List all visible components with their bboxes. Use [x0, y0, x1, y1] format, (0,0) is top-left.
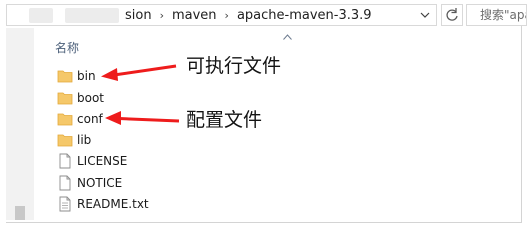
list-item[interactable]: LICENSE: [55, 151, 255, 171]
annotation-arrow-icon: [101, 64, 177, 81]
address-bar[interactable]: sion › maven › apache-maven-3.3.9: [6, 4, 437, 26]
annotation-config: 配置文件: [186, 109, 263, 131]
annotation-executable: 可执行文件: [186, 55, 282, 77]
breadcrumb: sion › maven › apache-maven-3.3.9: [125, 7, 372, 24]
search-placeholder: 搜索"apa: [480, 8, 527, 22]
scrollbar-thumb[interactable]: [15, 206, 25, 220]
window-border: [521, 26, 522, 223]
sort-ascending-icon[interactable]: [283, 34, 292, 40]
explorer-window: sion › maven › apache-maven-3.3.9 搜索"apa 名称 …: [0, 0, 527, 227]
breadcrumb-separator[interactable]: ›: [225, 9, 229, 22]
breadcrumb-item[interactable]: maven: [172, 8, 217, 23]
file-name: conf: [77, 112, 103, 126]
folder-icon: [57, 92, 73, 105]
breadcrumb-item[interactable]: apache-maven-3.3.9: [237, 8, 372, 23]
folder-icon: [57, 113, 73, 126]
document-icon: [59, 153, 71, 169]
text-file-icon: [59, 196, 71, 212]
folder-icon: [57, 134, 73, 147]
file-name: boot: [77, 91, 105, 105]
search-input[interactable]: 搜索"apa: [466, 4, 527, 26]
breadcrumb-item[interactable]: sion: [125, 8, 152, 23]
list-item[interactable]: NOTICE: [55, 173, 255, 193]
list-item[interactable]: boot: [55, 88, 255, 108]
column-header-name[interactable]: 名称: [55, 40, 79, 56]
chevron-down-icon[interactable]: [420, 9, 430, 21]
document-icon: [59, 175, 71, 191]
refresh-button[interactable]: [441, 4, 463, 26]
blurred-path-segment: [65, 8, 119, 23]
blurred-path-segment: [29, 8, 53, 23]
file-name: LICENSE: [77, 154, 128, 168]
file-name: bin: [77, 69, 96, 83]
window-border: [6, 222, 521, 223]
file-name: NOTICE: [77, 176, 123, 190]
refresh-icon: [446, 8, 458, 21]
folder-icon: [57, 70, 73, 83]
annotation-arrow-icon: [105, 111, 180, 125]
breadcrumb-separator[interactable]: ›: [160, 9, 164, 22]
file-name: lib: [77, 133, 92, 147]
file-name: README.txt: [77, 197, 149, 211]
navigation-pane-edge: [6, 28, 34, 220]
list-item[interactable]: lib: [55, 130, 255, 150]
list-item[interactable]: README.txt: [55, 194, 255, 214]
